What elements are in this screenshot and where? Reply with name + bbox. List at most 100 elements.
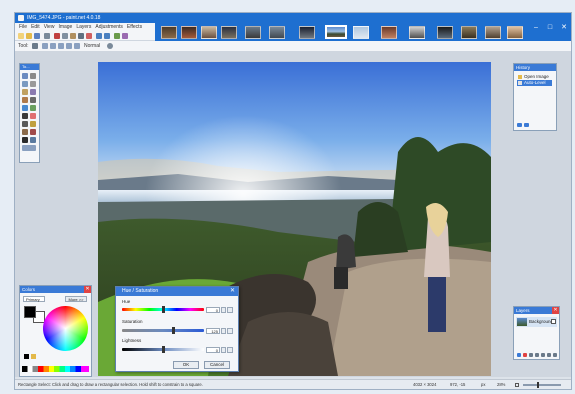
menu-edit[interactable]: Edit [31, 23, 40, 31]
grid-icon[interactable] [114, 32, 120, 39]
move-down-icon[interactable] [547, 353, 551, 357]
history-item-selected[interactable]: Auto-Level [517, 80, 552, 86]
paintbrush-tool-icon[interactable] [22, 113, 28, 119]
image-tab-thumb[interactable] [269, 26, 285, 39]
image-tab-thumb[interactable] [353, 26, 369, 39]
lasso-tool-icon[interactable] [22, 81, 28, 87]
lightness-slider-handle[interactable] [161, 346, 165, 353]
close-button[interactable]: ✕ [557, 23, 571, 33]
saturation-slider-handle[interactable] [171, 327, 175, 334]
cancel-button[interactable]: Cancel [204, 361, 230, 369]
selection-mode-icon[interactable] [58, 43, 64, 49]
line-tool-icon[interactable] [30, 137, 36, 143]
menu-layers[interactable]: Layers [76, 23, 91, 31]
minimize-button[interactable]: – [529, 23, 543, 33]
image-tab-thumb[interactable] [507, 26, 523, 39]
copy-icon[interactable] [62, 32, 68, 39]
saturation-value-input[interactable]: 125 [206, 328, 220, 334]
rect-select-tool-icon[interactable] [22, 73, 28, 79]
antialias-icon[interactable] [107, 43, 113, 49]
ellipse-select-tool-icon[interactable] [22, 89, 28, 95]
move-tool-icon[interactable] [30, 73, 36, 79]
move-up-icon[interactable] [541, 353, 545, 357]
zoom-slider[interactable] [523, 382, 561, 388]
more-button[interactable]: More >> [65, 296, 87, 302]
image-tab-thumb[interactable] [161, 26, 177, 39]
lightness-value-input[interactable]: 0 [206, 347, 220, 353]
cut-icon[interactable] [54, 32, 60, 39]
black-swatch-icon[interactable] [24, 354, 29, 359]
lightness-slider[interactable] [122, 346, 204, 353]
clone-stamp-tool-icon[interactable] [22, 129, 28, 135]
redo-icon[interactable] [524, 123, 529, 127]
zoom-slider-handle[interactable] [537, 382, 539, 388]
lightness-spinner[interactable] [221, 347, 226, 353]
save-icon[interactable] [34, 32, 40, 39]
duplicate-layer-icon[interactable] [529, 353, 533, 357]
gradient-tool-icon[interactable] [30, 105, 36, 111]
menu-image[interactable]: Image [58, 23, 72, 31]
image-tab-thumb[interactable] [437, 26, 453, 39]
image-tab-thumb[interactable] [245, 26, 261, 39]
ok-button[interactable]: OK [173, 361, 199, 369]
menu-file[interactable]: File [19, 23, 27, 31]
image-tab-thumb[interactable] [409, 26, 425, 39]
delete-layer-icon[interactable] [523, 353, 527, 357]
primary-select[interactable]: Primary [23, 296, 45, 302]
swap-colors-icon[interactable] [31, 354, 36, 359]
rect-select-icon[interactable] [32, 43, 38, 49]
close-icon[interactable]: ✕ [84, 286, 91, 293]
selection-mode-icon[interactable] [66, 43, 72, 49]
paint-bucket-tool-icon[interactable] [22, 105, 28, 111]
magic-wand-tool-icon[interactable] [22, 97, 28, 103]
image-tab-thumb[interactable] [299, 26, 315, 39]
eraser-tool-icon[interactable] [30, 113, 36, 119]
pan-tool-icon[interactable] [30, 97, 36, 103]
hue-slider-handle[interactable] [161, 306, 165, 313]
zoom-fit-icon[interactable] [515, 383, 519, 387]
menu-adjustments[interactable]: Adjustments [95, 23, 123, 31]
selection-mode-icon[interactable] [42, 43, 48, 49]
new-icon[interactable] [18, 32, 24, 39]
hue-spinner[interactable] [221, 307, 226, 313]
deselect-icon[interactable] [86, 32, 92, 39]
layer-properties-icon[interactable] [553, 353, 557, 357]
close-icon[interactable]: ✕ [229, 288, 236, 295]
crop-icon[interactable] [78, 32, 84, 39]
color-wheel[interactable] [43, 306, 88, 351]
redo-icon[interactable] [104, 32, 110, 39]
menu-view[interactable]: View [44, 23, 55, 31]
close-icon[interactable]: ✕ [552, 307, 559, 314]
print-icon[interactable] [44, 32, 50, 39]
layer-row[interactable]: Background [516, 317, 557, 327]
image-tab-thumb[interactable] [461, 26, 477, 39]
move-selection-tool-icon[interactable] [30, 81, 36, 87]
image-tab-thumb[interactable] [221, 26, 237, 39]
menu-effects[interactable]: Effects [127, 23, 142, 31]
merge-layer-icon[interactable] [535, 353, 539, 357]
restore-button[interactable]: □ [543, 23, 557, 33]
image-tab-thumb[interactable] [201, 26, 217, 39]
lightness-reset-icon[interactable] [227, 347, 233, 353]
zoom-tool-icon[interactable] [30, 89, 36, 95]
saturation-reset-icon[interactable] [227, 328, 233, 334]
image-tab-thumb-active[interactable] [325, 25, 347, 39]
selection-mode-icon[interactable] [74, 43, 80, 49]
open-icon[interactable] [26, 32, 32, 39]
image-tab-thumb[interactable] [181, 26, 197, 39]
recolor-tool-icon[interactable] [30, 129, 36, 135]
paste-icon[interactable] [70, 32, 76, 39]
pencil-tool-icon[interactable] [22, 121, 28, 127]
saturation-spinner[interactable] [221, 328, 226, 334]
selection-mode-icon[interactable] [50, 43, 56, 49]
undo-icon[interactable] [517, 123, 522, 127]
hue-reset-icon[interactable] [227, 307, 233, 313]
text-tool-icon[interactable] [22, 137, 28, 143]
add-layer-icon[interactable] [517, 353, 521, 357]
saturation-slider[interactable] [122, 327, 204, 334]
hue-value-input[interactable]: 0 [206, 307, 220, 313]
ruler-icon[interactable] [122, 32, 128, 39]
units-select[interactable]: px [481, 380, 485, 389]
primary-color-swatch[interactable] [24, 306, 36, 318]
image-tab-thumb[interactable] [381, 26, 397, 39]
